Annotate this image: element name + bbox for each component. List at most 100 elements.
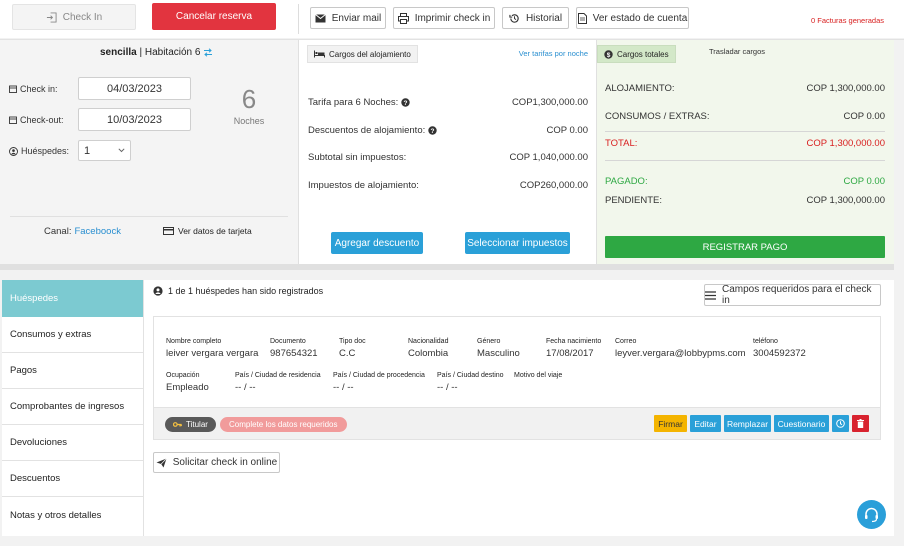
registered-text: 1 de 1 huéspedes han sido registrados	[168, 286, 324, 296]
extras-label: CONSUMOS / EXTRAS:	[605, 111, 710, 122]
checkin-label-row: Check in:	[9, 84, 58, 94]
doc-field-value: 987654321	[270, 348, 318, 359]
charge-taxes-value: COP260,000.00	[519, 180, 588, 191]
bed-icon	[314, 50, 325, 58]
lodging-value: COP 1,300,000.00	[806, 83, 885, 94]
residence-field-value: -- / --	[235, 382, 256, 393]
calendar-icon	[9, 116, 17, 124]
user-circle-icon	[9, 146, 18, 156]
sidebar-item-refunds[interactable]: Devoluciones	[2, 425, 143, 461]
tab-transfer-charges[interactable]: Trasladar cargos	[709, 47, 765, 56]
sign-button[interactable]: Firmar	[654, 415, 687, 432]
account-status-label: Ver estado de cuenta	[592, 12, 688, 24]
paper-plane-icon	[156, 457, 167, 468]
request-online-checkin-button[interactable]: Solicitar check in online	[153, 452, 280, 473]
tab-total-charges-label: Cargos totales	[617, 49, 669, 59]
required-fields-button[interactable]: Campos requeridos para el check in	[704, 284, 881, 306]
pending-value: COP 1,300,000.00	[806, 195, 885, 206]
checkout-label: Check-out:	[20, 115, 64, 125]
room-type: sencilla	[100, 47, 137, 58]
charge-rate-label: Tarifa para 6 Noches:	[308, 97, 399, 108]
print-checkin-label: Imprimir check in	[414, 12, 491, 24]
check-in-label: Check In	[62, 11, 103, 23]
key-icon	[173, 421, 182, 428]
guests-select[interactable]: 1	[78, 140, 131, 161]
sidebar-item-payments[interactable]: Pagos	[2, 353, 143, 389]
sidebar-item-receipts[interactable]: Comprobantes de ingresos	[2, 389, 143, 425]
required-fields-label: Campos requeridos para el check in	[722, 284, 872, 306]
checkout-date-input[interactable]: 10/03/2023	[78, 108, 191, 131]
delete-button[interactable]	[852, 415, 869, 432]
account-status-button[interactable]: Ver estado de cuenta	[576, 7, 689, 29]
charge-rate-value: COP1,300,000.00	[511, 97, 588, 108]
help-icon[interactable]: ?	[401, 98, 410, 107]
charges-title: Cargos del alojamiento	[329, 49, 411, 59]
sidebar-item-guests[interactable]: Huéspedes	[2, 280, 143, 317]
print-checkin-button[interactable]: Imprimir check in	[393, 7, 495, 29]
sidebar-divider	[143, 280, 144, 536]
sidebar-item-discounts[interactable]: Descuentos	[2, 461, 143, 497]
paid-label: PAGADO:	[605, 176, 648, 187]
tab-total-charges[interactable]: $ Cargos totales	[597, 45, 676, 63]
residence-field-label: País / Ciudad de residencia	[235, 372, 321, 379]
origin-field-label: País / Ciudad de procedencia	[333, 372, 425, 379]
charges-title-tab[interactable]: Cargos del alojamiento	[307, 45, 418, 63]
invoices-count[interactable]: 0 Facturas generadas	[780, 16, 884, 25]
send-mail-label: Enviar mail	[331, 12, 382, 24]
dollar-icon: $	[604, 49, 613, 59]
history-label: Historial	[525, 12, 563, 24]
request-online-checkin-label: Solicitar check in online	[172, 457, 278, 468]
destination-field-value: -- / --	[437, 382, 458, 393]
guests-label-row: Huéspedes:	[9, 146, 69, 156]
list-icon	[705, 290, 716, 300]
name-field-value: leiver vergara vergara	[166, 348, 259, 359]
email-field-value: leyver.vergara@lobbypms.com	[615, 348, 746, 359]
totals-divider-1	[605, 131, 885, 132]
rates-per-night-link[interactable]: Ver tarifas por noche	[500, 49, 588, 58]
trash-icon	[857, 419, 864, 428]
top-section-shadow	[0, 264, 894, 270]
origin-field-value: -- / --	[333, 382, 354, 393]
nationality-field-label: Nacionalidad	[408, 338, 449, 345]
card-data-label: Ver datos de tarjeta	[178, 226, 252, 236]
add-discount-button[interactable]: Agregar descuento	[331, 232, 423, 254]
complete-data-badge[interactable]: Complete los datos requeridos	[220, 417, 347, 432]
charge-subtotal-value: COP 1,040,000.00	[509, 152, 588, 163]
card-data-link[interactable]: Ver datos de tarjeta	[163, 226, 252, 236]
edit-button[interactable]: Editar	[690, 415, 721, 432]
checkin-label: Check in:	[20, 84, 58, 94]
help-icon[interactable]: ?	[428, 126, 437, 135]
sidebar-item-consumption[interactable]: Consumos y extras	[2, 317, 143, 353]
birth-field-value: 17/08/2017	[546, 348, 594, 359]
swap-icon[interactable]	[203, 48, 213, 57]
cancel-reservation-label: Cancelar reserva	[175, 11, 253, 22]
history-button[interactable]: Historial	[502, 7, 569, 29]
check-in-button[interactable]: Check In	[12, 4, 136, 30]
paid-value: COP 0.00	[843, 176, 885, 187]
gender-field-label: Género	[477, 338, 501, 345]
login-icon	[46, 11, 57, 23]
sidebar-item-notes[interactable]: Notas y otros detalles	[2, 497, 143, 533]
pending-label: PENDIENTE:	[605, 195, 663, 206]
support-chat-button[interactable]	[857, 500, 886, 529]
cancel-reservation-button[interactable]: Cancelar reserva	[152, 3, 276, 30]
clock-icon	[836, 419, 845, 428]
destination-field-label: País / Ciudad destino	[437, 372, 504, 379]
doc-type-field-value: C.C	[339, 348, 356, 359]
charge-discount-value: COP 0.00	[546, 125, 588, 136]
register-payment-button[interactable]: REGISTRAR PAGO	[605, 236, 885, 258]
svg-text:?: ?	[431, 128, 435, 135]
charge-taxes-label: Impuestos de alojamiento:	[308, 180, 419, 191]
send-mail-button[interactable]: Enviar mail	[310, 7, 386, 29]
questionnaire-button[interactable]: Cuestionario	[774, 415, 829, 432]
holder-badge-label: Titular	[186, 420, 208, 429]
select-taxes-button[interactable]: Seleccionar impuestos	[465, 232, 570, 254]
extras-value: COP 0.00	[843, 111, 885, 122]
charge-discount-label: Descuentos de alojamiento:	[308, 125, 426, 136]
checkin-date-input[interactable]: 04/03/2023	[78, 77, 191, 100]
doc-field-label: Documento	[270, 338, 306, 345]
replace-button[interactable]: Remplazar	[724, 415, 771, 432]
holder-badge: Titular	[165, 417, 216, 432]
info-button[interactable]	[832, 415, 849, 432]
history-icon	[509, 13, 520, 24]
